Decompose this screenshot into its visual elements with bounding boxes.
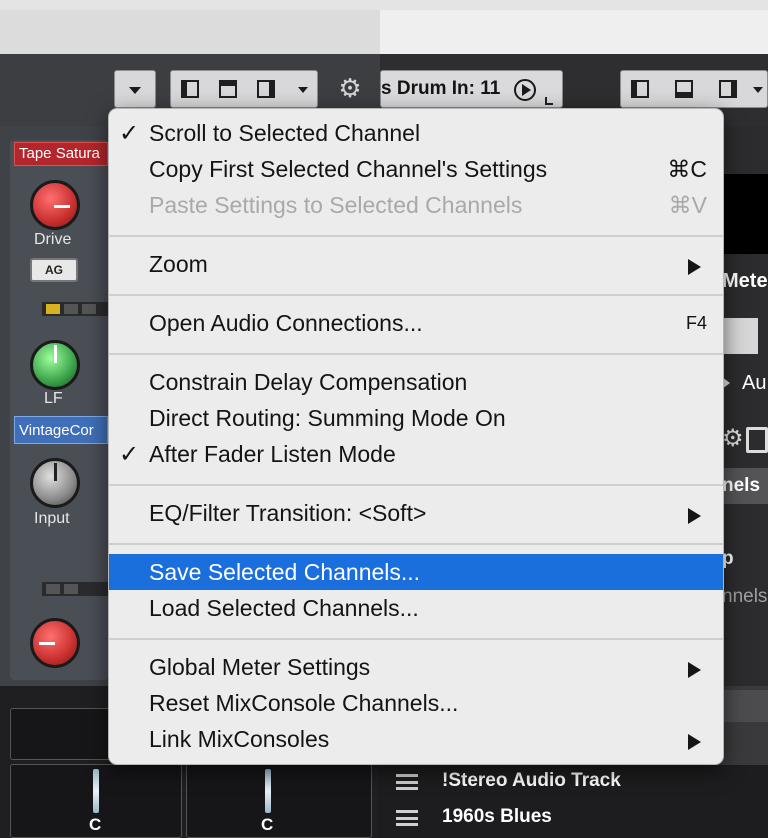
left-zone-icon[interactable] [181,80,199,98]
track-list-item[interactable]: 1960s Blues [396,804,768,834]
play-circle-icon[interactable] [514,79,536,101]
menu-item-scroll-to-selected[interactable]: ✓ Scroll to Selected Channel [109,115,723,151]
chevron-down-icon[interactable] [298,87,308,93]
window-titlebar-right [380,10,768,54]
functions-context-menu: ✓ Scroll to Selected Channel Copy First … [108,108,724,765]
drive-knob[interactable] [30,180,80,230]
gear-icon[interactable]: ⚙ [722,424,744,453]
channels-tab[interactable]: nels [722,468,768,504]
level-indicator [42,302,108,316]
insert-slot-tape-saturation[interactable]: Tape Satura [14,142,108,166]
menu-item-direct-routing[interactable]: Direct Routing: Summing Mode On [109,400,723,436]
insert-slot-vintage-compressor[interactable]: VintageCor [14,416,108,444]
menu-separator [109,353,723,355]
corner-resize-icon [545,97,553,105]
output-knob[interactable] [30,618,80,668]
submenu-arrow-icon [688,734,701,750]
window-layout-group[interactable] [170,70,318,108]
panel-icon[interactable] [746,427,768,453]
pan-box-left[interactable]: C [10,764,182,838]
pan-value-left: C [89,815,102,834]
checkmark-icon: ✓ [119,441,140,468]
channels-label: nnels [722,586,768,607]
shortcut-label: F4 [685,313,707,333]
menu-item-link-mixconsoles[interactable]: Link MixConsoles [109,721,723,757]
menu-item-paste-settings: Paste Settings to Selected Channels ⌘V [149,192,707,218]
menu-item-load-selected-channels[interactable]: Load Selected Channels... [109,590,723,626]
track-list-item[interactable]: !Stereo Audio Track [396,768,768,798]
right-icon-row: ⚙ [722,424,768,458]
auto-gain-button[interactable]: AG [30,258,78,282]
chevron-down-icon [129,87,141,94]
menu-item-open-audio-connections[interactable]: Open Audio Connections... F4 [109,305,723,341]
menu-item-copy-settings[interactable]: Copy First Selected Channel's Settings ⌘… [109,151,723,187]
au-label: Au [722,372,768,402]
level-indicator [42,582,108,596]
menu-item-save-selected-channels[interactable]: Save Selected Channels... [109,554,723,590]
panel-tab[interactable] [722,318,758,354]
menu-separator [109,235,723,237]
menu-separator [109,484,723,486]
meter-display [722,174,768,254]
meter-label: Mete [722,262,768,300]
menu-separator [109,543,723,545]
pan-value-right: C [261,815,274,834]
pan-box-right[interactable]: C [186,764,372,838]
right-layout-group[interactable] [620,70,768,108]
checkmark-icon: ✓ [119,120,140,147]
menu-item-reset-mixconsole[interactable]: Reset MixConsole Channels... [109,685,723,721]
shortcut-label: ⌘C [667,156,707,182]
menu-separator [109,638,723,640]
right-header-bar [722,690,768,722]
input-label: Input [34,510,70,527]
input-routing-label: s Drum In: 11 [381,78,501,99]
input-knob[interactable] [30,458,80,508]
track-icon [396,810,418,826]
menu-separator [109,294,723,296]
input-routing-selector[interactable]: s Drum In: 11 [380,70,563,108]
preset-label: p [722,548,734,569]
bottom-zone-icon[interactable] [675,80,693,98]
submenu-arrow-icon [688,662,701,678]
shortcut-label: ⌘V [668,192,707,218]
top-zone-icon[interactable] [219,80,237,98]
gear-icon[interactable]: ⚙ [336,74,364,102]
window-titlebar-left [0,10,380,54]
left-zone-icon[interactable] [631,80,649,98]
right-zone-icon[interactable] [257,80,275,98]
menu-item-after-fader-listen[interactable]: ✓ After Fader Listen Mode [109,436,723,472]
lf-label: LF [44,390,63,407]
menu-item-zoom[interactable]: Zoom [109,246,723,282]
pan-handle[interactable] [93,769,99,813]
pan-handle[interactable] [265,769,271,813]
track-name: 1960s Blues [442,806,552,827]
lf-knob[interactable] [30,340,80,390]
menu-item-eq-filter-transition[interactable]: EQ/Filter Transition: <Soft> [109,495,723,531]
menu-item-global-meter-settings[interactable]: Global Meter Settings [109,649,723,685]
track-icon [396,774,418,790]
submenu-arrow-icon [688,259,701,275]
submenu-arrow-icon [688,508,701,524]
right-zone-icon[interactable] [719,80,737,98]
track-name: !Stereo Audio Track [442,770,621,791]
drive-label: Drive [34,231,72,248]
chevron-down-icon[interactable] [753,87,763,93]
menu-item-constrain-delay[interactable]: Constrain Delay Compensation [109,364,723,400]
functions-menu-button[interactable] [114,70,156,108]
